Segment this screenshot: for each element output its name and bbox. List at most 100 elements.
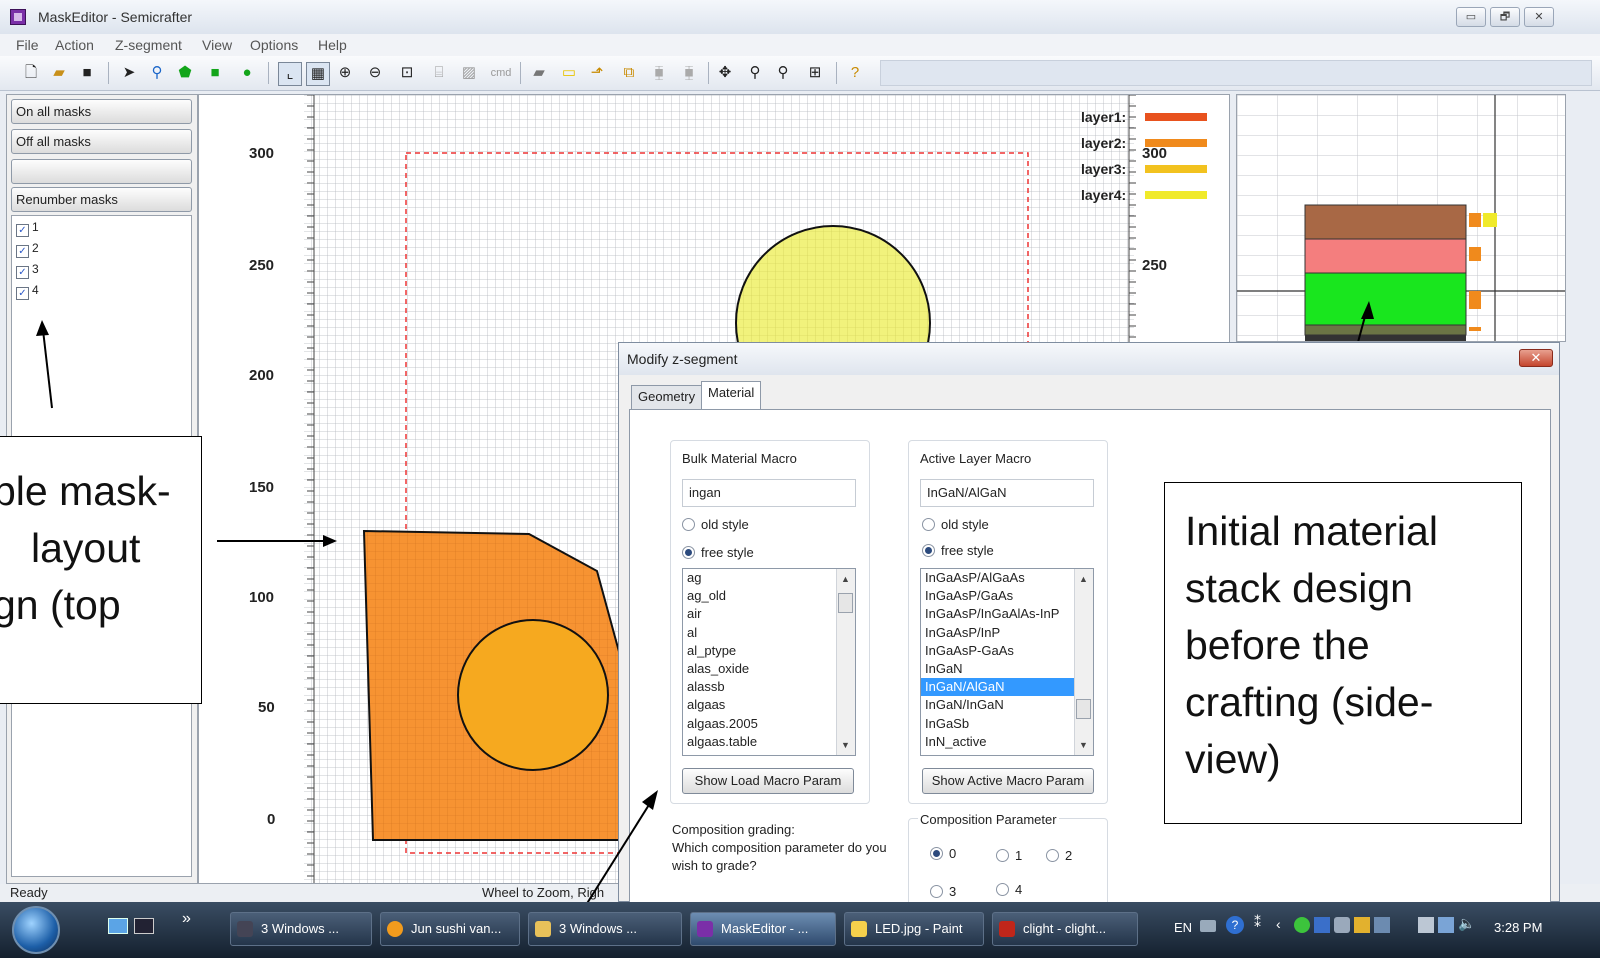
menu-options[interactable]: Options xyxy=(250,37,298,53)
checkbox[interactable]: ✓ xyxy=(16,224,29,237)
status-ok-icon[interactable] xyxy=(1294,917,1310,933)
bulk-material-list[interactable]: ag ag_old air al al_ptype alas_oxide alassb alg… xyxy=(682,568,856,756)
overflow-chevron-icon[interactable]: » xyxy=(182,910,191,928)
active-layer-list[interactable]: InGaAsP/AlGaAs InGaAsP/GaAs InGaAsP/InGaAl… xyxy=(920,568,1094,756)
list-item[interactable]: algaas xyxy=(683,696,855,714)
scroll-down-icon[interactable]: ▼ xyxy=(837,737,854,753)
network-icon[interactable] xyxy=(1314,917,1330,933)
scroll-thumb[interactable] xyxy=(838,593,853,613)
tray-options-icon[interactable]: ⁑ xyxy=(1254,914,1261,931)
tab-geometry[interactable]: Geometry xyxy=(631,385,703,409)
taskbar-item-browser[interactable]: Jun sushi van... xyxy=(380,912,520,946)
taskbar-item-filezilla[interactable]: clight - clight... xyxy=(992,912,1138,946)
scroll-up-icon[interactable]: ▲ xyxy=(837,571,854,587)
dialog-close-button[interactable]: ✕ xyxy=(1519,349,1553,367)
grid-toggle-icon[interactable]: ▦ xyxy=(306,62,330,86)
composition-radio-2[interactable]: 2 xyxy=(1046,848,1072,863)
taskbar-item-maskeditor[interactable]: MaskEditor - ... xyxy=(690,912,836,946)
new-file-icon[interactable]: 🗋 xyxy=(20,62,42,84)
device-icon[interactable] xyxy=(1418,917,1434,933)
language-indicator[interactable]: EN xyxy=(1174,920,1192,935)
search-zoom-icon[interactable]: ⚲ xyxy=(146,62,168,84)
restore-button[interactable]: 🗗 xyxy=(1490,7,1520,27)
zoom-out-icon[interactable]: ⊖ xyxy=(364,62,386,84)
zoom-plus-icon[interactable]: ⚲ xyxy=(744,62,766,84)
show-desktop-icon[interactable] xyxy=(108,918,128,934)
list-item[interactable]: InGaN/InGaN xyxy=(921,696,1093,714)
help-icon[interactable]: ? xyxy=(844,62,866,84)
taskbar-item-paint[interactable]: LED.jpg - Paint xyxy=(844,912,984,946)
split-icon[interactable]: ⌸ xyxy=(428,62,450,84)
list-item[interactable]: InGaAsP-GaAs xyxy=(921,642,1093,660)
list-item[interactable]: alas_oxide xyxy=(683,660,855,678)
composition-radio-1[interactable]: 1 xyxy=(996,848,1022,863)
on-all-masks-button[interactable]: On all masks xyxy=(11,99,192,124)
radio-dot[interactable] xyxy=(930,885,943,898)
updates-icon[interactable] xyxy=(1354,917,1370,933)
renumber-masks-button[interactable]: Renumber masks xyxy=(11,187,192,212)
volume-icon[interactable]: 🔈 xyxy=(1458,915,1475,932)
scroll-thumb[interactable] xyxy=(1076,699,1091,719)
radio-dot[interactable] xyxy=(930,847,943,860)
list-item[interactable]: ag xyxy=(683,569,855,587)
minimize-button[interactable]: ▭ xyxy=(1456,7,1486,27)
rectangle-tool-icon[interactable]: ■ xyxy=(204,62,226,84)
mask-item[interactable]: ✓ 1 xyxy=(16,220,39,237)
save-icon[interactable]: ■ xyxy=(76,62,98,84)
clock[interactable]: 3:28 PM xyxy=(1494,920,1542,935)
radio-dot[interactable] xyxy=(922,544,935,557)
mask-item[interactable]: ✓ 3 xyxy=(16,262,39,279)
list-item[interactable]: InGaAsP/InGaAlAs-InP xyxy=(921,605,1093,623)
zoom-window-icon[interactable]: ⊞ xyxy=(804,62,826,84)
active-free-style-radio[interactable]: free style xyxy=(922,543,994,558)
terminal-icon[interactable] xyxy=(134,918,154,934)
menu-help[interactable]: Help xyxy=(318,37,347,53)
list-item[interactable]: ag_old xyxy=(683,587,855,605)
pan-icon[interactable]: ✥ xyxy=(714,62,736,84)
active-layer-input[interactable]: InGaN/AlGaN xyxy=(920,479,1094,507)
composition-radio-4[interactable]: 4 xyxy=(996,882,1022,897)
off-all-masks-button[interactable]: Off all masks xyxy=(11,129,192,154)
active-list-scrollbar[interactable]: ▲ ▼ xyxy=(1074,569,1093,755)
list-item[interactable]: InGaN/AlGaN xyxy=(921,678,1093,697)
checkbox[interactable]: ✓ xyxy=(16,266,29,279)
blank-button[interactable] xyxy=(11,159,192,184)
radio-dot[interactable] xyxy=(996,883,1009,896)
cmd-button[interactable]: cmd xyxy=(486,62,516,84)
tab-material[interactable]: Material xyxy=(701,381,762,409)
taskbar-item-windows-1[interactable]: 3 Windows ... xyxy=(230,912,372,946)
menu-z-segment[interactable]: Z-segment xyxy=(115,37,182,53)
list-item[interactable]: algaas.table xyxy=(683,733,855,751)
list-item[interactable]: alassb xyxy=(683,678,855,696)
taskbar-item-windows-2[interactable]: 3 Windows ... xyxy=(528,912,682,946)
shield-icon[interactable] xyxy=(1334,917,1350,933)
merge-icon[interactable]: ▨ xyxy=(458,62,480,84)
list-item[interactable]: InN_active xyxy=(921,733,1093,751)
start-button[interactable] xyxy=(12,906,60,954)
circle-tool-icon[interactable]: ● xyxy=(236,62,258,84)
side-view-svg[interactable] xyxy=(1237,95,1566,342)
menu-file[interactable]: File xyxy=(16,37,39,53)
radio-dot[interactable] xyxy=(682,546,695,559)
active-old-style-radio[interactable]: old style xyxy=(922,517,989,532)
yellow-rect-icon[interactable]: ▭ xyxy=(558,62,580,84)
axis-toggle-icon[interactable]: ⌞ xyxy=(278,62,302,86)
keyboard-icon[interactable] xyxy=(1200,920,1216,932)
checkbox[interactable]: ✓ xyxy=(16,245,29,258)
bulk-list-scrollbar[interactable]: ▲ ▼ xyxy=(836,569,855,755)
scroll-down-icon[interactable]: ▼ xyxy=(1075,737,1092,753)
mask-item[interactable]: ✓ 4 xyxy=(16,283,39,300)
list-item[interactable]: al xyxy=(683,624,855,642)
polygon-tool-icon[interactable]: ⬟ xyxy=(174,62,196,84)
zoom-fit-icon[interactable]: ⊡ xyxy=(396,62,418,84)
dialog-title-bar[interactable]: Modify z-segment ✕ xyxy=(619,343,1559,375)
tray-expand-icon[interactable]: ‹ xyxy=(1276,916,1281,932)
side-view-panel[interactable] xyxy=(1236,94,1566,342)
layer-tool-icon[interactable]: ▰ xyxy=(528,62,550,84)
composition-radio-0[interactable]: 0 xyxy=(930,846,956,861)
radio-dot[interactable] xyxy=(682,518,695,531)
align-left-icon[interactable]: ⧯ xyxy=(648,62,670,84)
checkbox[interactable]: ✓ xyxy=(16,287,29,300)
pointer-icon[interactable]: ➤ xyxy=(118,62,140,84)
menu-action[interactable]: Action xyxy=(55,37,94,53)
